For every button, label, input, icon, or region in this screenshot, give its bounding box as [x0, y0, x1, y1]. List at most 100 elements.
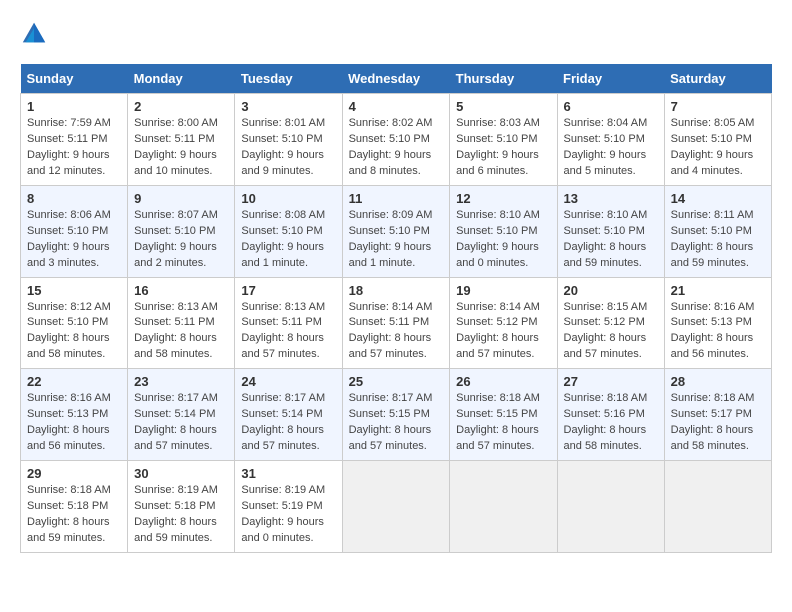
day-info: Sunrise: 8:09 AMSunset: 5:10 PMDaylight:…	[349, 208, 444, 272]
day-info: Sunrise: 8:19 AMSunset: 5:18 PMDaylight:…	[134, 483, 228, 547]
day-number: 14	[671, 191, 765, 206]
day-info: Sunrise: 8:12 AMSunset: 5:10 PMDaylight:…	[27, 300, 121, 364]
day-cell-14: 14 Sunrise: 8:11 AMSunset: 5:10 PMDayligh…	[664, 185, 771, 277]
day-info: Sunrise: 8:17 AMSunset: 5:14 PMDaylight:…	[134, 391, 228, 455]
day-cell-9: 9 Sunrise: 8:07 AMSunset: 5:10 PMDaylight…	[128, 185, 235, 277]
day-cell-23: 23 Sunrise: 8:17 AMSunset: 5:14 PMDayligh…	[128, 369, 235, 461]
col-header-friday: Friday	[557, 64, 664, 94]
day-number: 10	[241, 191, 335, 206]
day-cell-7: 7Sunrise: 8:05 AMSunset: 5:10 PMDaylight…	[664, 94, 771, 186]
day-info: Sunrise: 8:10 AMSunset: 5:10 PMDaylight:…	[564, 208, 658, 272]
day-info: Sunrise: 8:16 AMSunset: 5:13 PMDaylight:…	[671, 300, 765, 364]
day-cell-26: 26 Sunrise: 8:18 AMSunset: 5:15 PMDayligh…	[450, 369, 557, 461]
col-header-monday: Monday	[128, 64, 235, 94]
day-cell-10: 10Sunrise: 8:08 AMSunset: 5:10 PMDayligh…	[235, 185, 342, 277]
day-cell-8: 8Sunrise: 8:06 AMSunset: 5:10 PMDaylight…	[21, 185, 128, 277]
day-info: Sunrise: 7:59 AMSunset: 5:11 PMDaylight:…	[27, 116, 121, 180]
day-number: 18	[349, 283, 444, 298]
day-number: 9	[134, 191, 228, 206]
empty-cell	[664, 461, 771, 553]
day-info: Sunrise: 8:19 AMSunset: 5:19 PMDaylight:…	[241, 483, 335, 547]
day-cell-2: 2 Sunrise: 8:00 AMSunset: 5:11 PMDaylight…	[128, 94, 235, 186]
day-info: Sunrise: 8:18 AMSunset: 5:17 PMDaylight:…	[671, 391, 765, 455]
day-number: 2	[134, 99, 228, 114]
day-number: 24	[241, 374, 335, 389]
day-number: 20	[564, 283, 658, 298]
col-header-thursday: Thursday	[450, 64, 557, 94]
day-cell-6: 6 Sunrise: 8:04 AMSunset: 5:10 PMDaylight…	[557, 94, 664, 186]
empty-cell	[450, 461, 557, 553]
day-number: 11	[349, 191, 444, 206]
day-number: 31	[241, 466, 335, 481]
day-cell-27: 27 Sunrise: 8:18 AMSunset: 5:16 PMDayligh…	[557, 369, 664, 461]
day-info: Sunrise: 8:11 AMSunset: 5:10 PMDaylight:…	[671, 208, 765, 272]
day-cell-25: 25 Sunrise: 8:17 AMSunset: 5:15 PMDayligh…	[342, 369, 450, 461]
day-cell-22: 22 Sunrise: 8:16 AMSunset: 5:13 PMDayligh…	[21, 369, 128, 461]
day-cell-16: 16Sunrise: 8:13 AMSunset: 5:11 PMDayligh…	[128, 277, 235, 369]
day-info: Sunrise: 8:18 AMSunset: 5:15 PMDaylight:…	[456, 391, 550, 455]
day-number: 16	[134, 283, 228, 298]
day-cell-31: 31 Sunrise: 8:19 AMSunset: 5:19 PMDayligh…	[235, 461, 342, 553]
day-info: Sunrise: 8:01 AMSunset: 5:10 PMDaylight:…	[241, 116, 335, 180]
day-cell-30: 30 Sunrise: 8:19 AMSunset: 5:18 PMDayligh…	[128, 461, 235, 553]
day-info: Sunrise: 8:10 AMSunset: 5:10 PMDaylight:…	[456, 208, 550, 272]
day-info: Sunrise: 8:04 AMSunset: 5:10 PMDaylight:…	[564, 116, 658, 180]
day-number: 4	[349, 99, 444, 114]
day-number: 27	[564, 374, 658, 389]
day-number: 22	[27, 374, 121, 389]
day-cell-15: 15 Sunrise: 8:12 AMSunset: 5:10 PMDayligh…	[21, 277, 128, 369]
day-number: 21	[671, 283, 765, 298]
day-number: 6	[564, 99, 658, 114]
day-info: Sunrise: 8:18 AMSunset: 5:16 PMDaylight:…	[564, 391, 658, 455]
calendar-header-row: SundayMondayTuesdayWednesdayThursdayFrid…	[21, 64, 772, 94]
col-header-tuesday: Tuesday	[235, 64, 342, 94]
day-number: 12	[456, 191, 550, 206]
calendar-row-4: 22 Sunrise: 8:16 AMSunset: 5:13 PMDayligh…	[21, 369, 772, 461]
day-cell-28: 28Sunrise: 8:18 AMSunset: 5:17 PMDayligh…	[664, 369, 771, 461]
calendar-row-3: 15 Sunrise: 8:12 AMSunset: 5:10 PMDayligh…	[21, 277, 772, 369]
logo	[20, 20, 52, 48]
day-info: Sunrise: 8:13 AMSunset: 5:11 PMDaylight:…	[241, 300, 335, 364]
day-number: 1	[27, 99, 121, 114]
day-number: 19	[456, 283, 550, 298]
day-info: Sunrise: 8:16 AMSunset: 5:13 PMDaylight:…	[27, 391, 121, 455]
day-info: Sunrise: 8:00 AMSunset: 5:11 PMDaylight:…	[134, 116, 228, 180]
col-header-saturday: Saturday	[664, 64, 771, 94]
day-info: Sunrise: 8:17 AMSunset: 5:14 PMDaylight:…	[241, 391, 335, 455]
day-cell-3: 3 Sunrise: 8:01 AMSunset: 5:10 PMDaylight…	[235, 94, 342, 186]
logo-icon	[20, 20, 48, 48]
day-info: Sunrise: 8:17 AMSunset: 5:15 PMDaylight:…	[349, 391, 444, 455]
calendar-row-2: 8Sunrise: 8:06 AMSunset: 5:10 PMDaylight…	[21, 185, 772, 277]
day-number: 13	[564, 191, 658, 206]
day-number: 5	[456, 99, 550, 114]
col-header-sunday: Sunday	[21, 64, 128, 94]
day-info: Sunrise: 8:15 AMSunset: 5:12 PMDaylight:…	[564, 300, 658, 364]
day-cell-1: 1 Sunrise: 7:59 AMSunset: 5:11 PMDaylight…	[21, 94, 128, 186]
day-cell-21: 21 Sunrise: 8:16 AMSunset: 5:13 PMDayligh…	[664, 277, 771, 369]
page-header	[20, 20, 772, 48]
day-number: 26	[456, 374, 550, 389]
day-info: Sunrise: 8:02 AMSunset: 5:10 PMDaylight:…	[349, 116, 444, 180]
day-cell-18: 18 Sunrise: 8:14 AMSunset: 5:11 PMDayligh…	[342, 277, 450, 369]
day-info: Sunrise: 8:18 AMSunset: 5:18 PMDaylight:…	[27, 483, 121, 547]
day-info: Sunrise: 8:07 AMSunset: 5:10 PMDaylight:…	[134, 208, 228, 272]
day-info: Sunrise: 8:03 AMSunset: 5:10 PMDaylight:…	[456, 116, 550, 180]
day-number: 30	[134, 466, 228, 481]
day-number: 23	[134, 374, 228, 389]
day-cell-20: 20 Sunrise: 8:15 AMSunset: 5:12 PMDayligh…	[557, 277, 664, 369]
day-cell-5: 5 Sunrise: 8:03 AMSunset: 5:10 PMDaylight…	[450, 94, 557, 186]
calendar-table: SundayMondayTuesdayWednesdayThursdayFrid…	[20, 64, 772, 553]
day-number: 3	[241, 99, 335, 114]
day-info: Sunrise: 8:14 AMSunset: 5:12 PMDaylight:…	[456, 300, 550, 364]
day-cell-17: 17Sunrise: 8:13 AMSunset: 5:11 PMDayligh…	[235, 277, 342, 369]
day-number: 25	[349, 374, 444, 389]
day-number: 15	[27, 283, 121, 298]
day-cell-13: 13 Sunrise: 8:10 AMSunset: 5:10 PMDayligh…	[557, 185, 664, 277]
day-info: Sunrise: 8:14 AMSunset: 5:11 PMDaylight:…	[349, 300, 444, 364]
day-number: 7	[671, 99, 765, 114]
day-cell-24: 24 Sunrise: 8:17 AMSunset: 5:14 PMDayligh…	[235, 369, 342, 461]
col-header-wednesday: Wednesday	[342, 64, 450, 94]
day-cell-11: 11 Sunrise: 8:09 AMSunset: 5:10 PMDayligh…	[342, 185, 450, 277]
calendar-row-5: 29Sunrise: 8:18 AMSunset: 5:18 PMDayligh…	[21, 461, 772, 553]
empty-cell	[342, 461, 450, 553]
